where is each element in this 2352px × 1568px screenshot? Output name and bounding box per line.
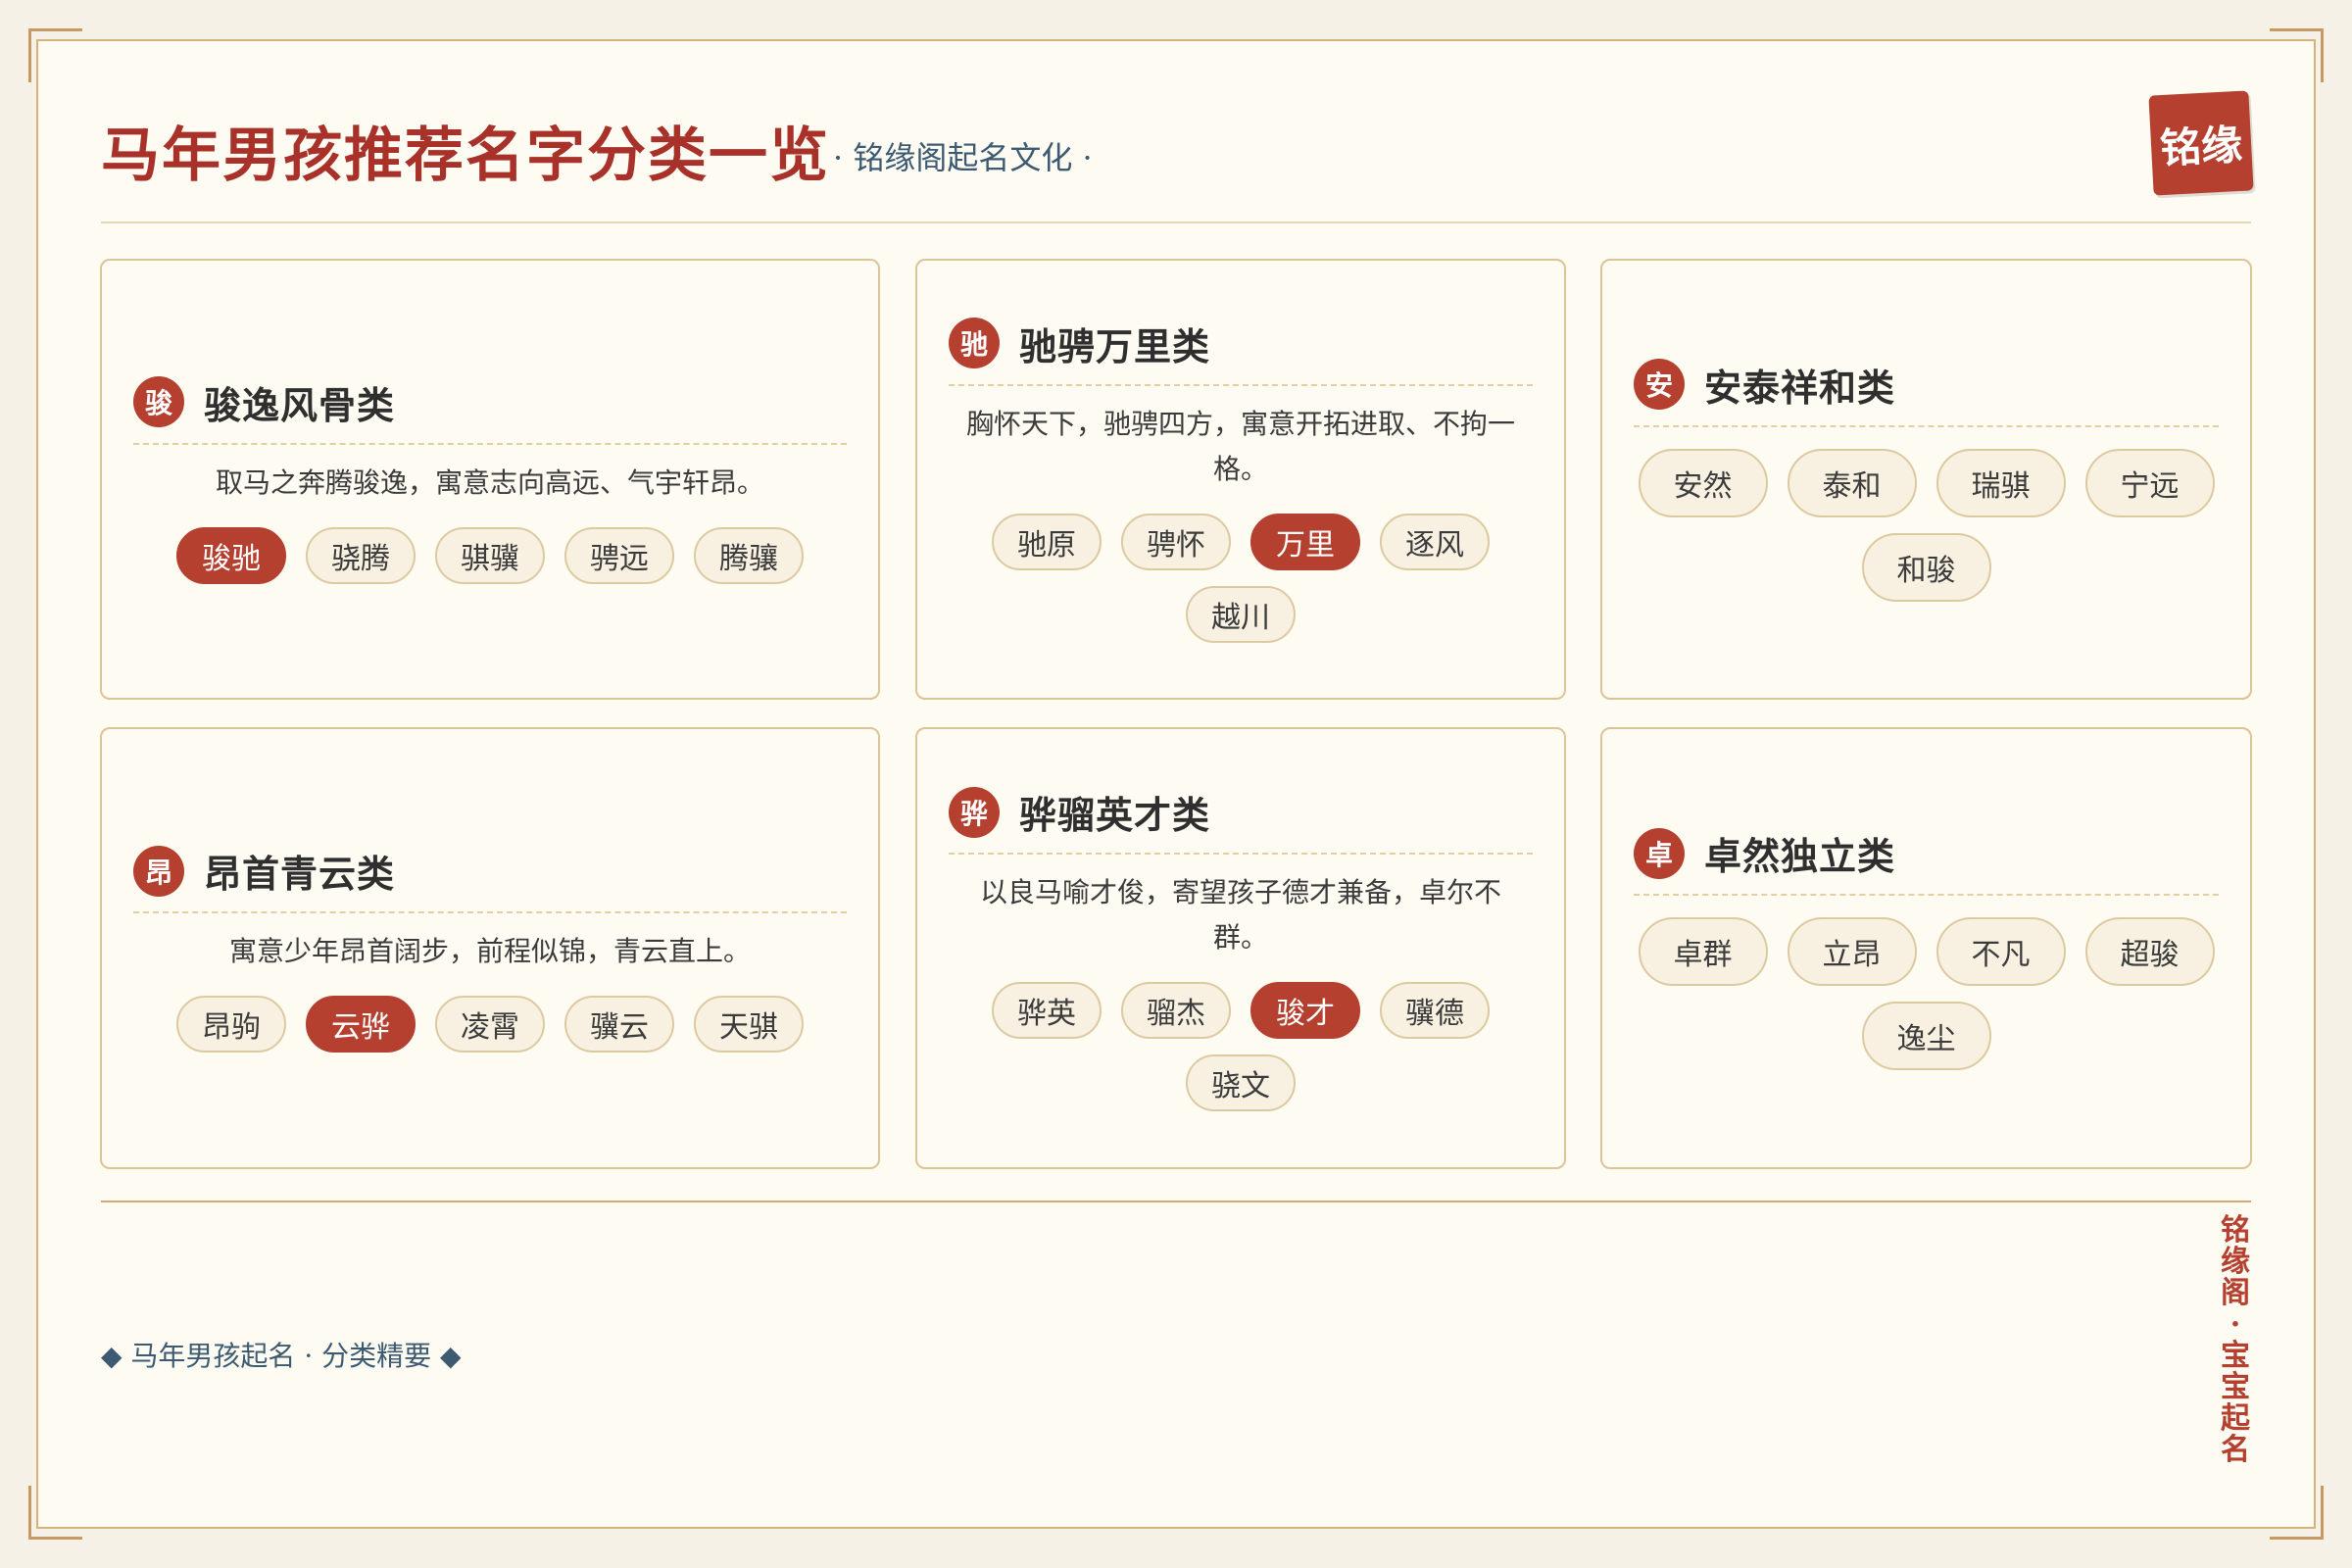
vertical-char: ·: [2230, 1307, 2241, 1342]
name-tag[interactable]: 泰和: [1787, 448, 1917, 517]
category-badge: 骏: [133, 376, 184, 427]
category-title: 昂首青云类: [204, 852, 396, 896]
category-badge: 安: [1634, 359, 1685, 410]
card-header: 驰 驰骋万里类: [949, 317, 1533, 386]
card-header: 骏 骏逸风骨类: [133, 375, 847, 445]
name-tag-list: 安然 泰和 瑞骐 宁远 和骏: [1633, 448, 2221, 602]
category-title: 卓然独立类: [1704, 834, 1896, 878]
category-title: 骅骝英才类: [1019, 793, 1211, 837]
card-header: 卓 卓然独立类: [1634, 826, 2219, 896]
vertical-char: 起: [2221, 1401, 2250, 1436]
category-description: 胸怀天下，驰骋四方，寓意开拓进取、不拘一格。: [965, 407, 1515, 485]
vertical-char: 宝: [2221, 1339, 2250, 1373]
name-tag-list: 卓群 立昂 不凡 超骏 逸尘: [1633, 917, 2221, 1070]
name-tag-list: 骏驰 骁腾 骐骥 骋远 腾骧: [176, 526, 804, 584]
card-header: 骅 骅骝英才类: [949, 785, 1533, 855]
header-divider: [101, 221, 2251, 223]
name-tag[interactable]: 瑞骐: [1936, 448, 2066, 517]
page-title: 马年男孩推荐名字分类一览: [101, 122, 830, 190]
name-tag[interactable]: 骥德: [1380, 982, 1490, 1039]
name-tag[interactable]: 宁远: [2084, 448, 2215, 517]
name-tag[interactable]: 驰原: [992, 513, 1102, 570]
corner-ornament: [2270, 1486, 2324, 1540]
name-tag[interactable]: 万里: [1250, 513, 1360, 570]
name-tag[interactable]: 卓群: [1638, 917, 1768, 986]
category-card: 骅 骅骝英才类 以良马喻才俊，寄望孩子德才兼备，卓尔不群。 骅英 骝杰 骏才 骥…: [915, 727, 1566, 1169]
corner-ornament: [2270, 28, 2324, 82]
name-tag[interactable]: 超骏: [2084, 917, 2215, 986]
name-tag-list: 昂驹 云骅 凌霄 骥云 天骐: [176, 996, 804, 1053]
name-tag[interactable]: 骏才: [1250, 982, 1360, 1039]
name-tag[interactable]: 骋远: [564, 526, 674, 584]
name-tag[interactable]: 骁腾: [306, 526, 416, 584]
category-title: 驰骋万里类: [1019, 323, 1211, 368]
category-card: 驰 驰骋万里类 胸怀天下，驰骋四方，寓意开拓进取、不拘一格。 驰原 骋怀 万里 …: [915, 259, 1566, 700]
card-header: 安 安泰祥和类: [1634, 358, 2219, 427]
footer-caption: ◆ 马年男孩起名 · 分类精要 ◆: [101, 1340, 462, 1372]
name-tag[interactable]: 骋怀: [1121, 513, 1231, 570]
category-card: 安 安泰祥和类 安然 泰和 瑞骐 宁远 和骏: [1600, 259, 2252, 700]
name-tag[interactable]: 骅英: [992, 982, 1102, 1039]
name-tag[interactable]: 不凡: [1936, 917, 2066, 986]
name-tag[interactable]: 凌霄: [435, 996, 545, 1053]
category-badge: 骅: [949, 786, 1000, 838]
name-tag[interactable]: 天骐: [694, 996, 804, 1053]
vertical-char: 阁: [2221, 1276, 2250, 1310]
name-tag[interactable]: 逐风: [1380, 513, 1490, 570]
name-tag[interactable]: 立昂: [1787, 917, 1917, 986]
name-tag[interactable]: 昂驹: [176, 996, 286, 1053]
card-header: 昂 昂首青云类: [133, 844, 847, 913]
name-tag-list: 驰原 骋怀 万里 逐风 越川: [986, 513, 1495, 643]
name-tag[interactable]: 骁文: [1186, 1054, 1296, 1111]
seal-stamp: 铭缘: [2148, 90, 2254, 196]
name-tag[interactable]: 云骅: [306, 996, 416, 1053]
corner-ornament: [28, 1486, 82, 1540]
name-tag[interactable]: 骐骥: [435, 526, 545, 584]
footer-divider: [101, 1200, 2251, 1202]
name-tag[interactable]: 骏驰: [176, 526, 286, 584]
category-badge: 驰: [949, 318, 1000, 368]
name-tag[interactable]: 腾骧: [694, 526, 804, 584]
category-title: 骏逸风骨类: [204, 382, 396, 427]
corner-ornament: [28, 28, 82, 82]
category-description: 取马之奔腾骏逸，寓意志向高远、气宇轩昂。: [215, 466, 764, 499]
vertical-char: 缘: [2221, 1245, 2250, 1279]
vertical-char: 宝: [2221, 1370, 2250, 1404]
category-description: 以良马喻才俊，寄望孩子德才兼备，卓尔不群。: [979, 876, 1501, 954]
vertical-char: 名: [2221, 1433, 2250, 1467]
vertical-brand-text: 铭缘阁 · 宝宝起名: [2221, 1215, 2250, 1466]
vertical-char: 铭: [2221, 1213, 2250, 1248]
name-tag[interactable]: 逸尘: [1861, 1002, 1991, 1070]
category-description: 寓意少年昂首阔步，前程似锦，青云直上。: [228, 935, 751, 967]
name-tag[interactable]: 骥云: [564, 996, 674, 1053]
category-card: 卓 卓然独立类 卓群 立昂 不凡 超骏 逸尘: [1600, 727, 2252, 1169]
page-subtitle: · 铭缘阁起名文化 ·: [833, 139, 1093, 176]
name-tag[interactable]: 越川: [1186, 585, 1296, 643]
name-tag-list: 骅英 骝杰 骏才 骥德 骁文: [986, 982, 1495, 1111]
category-title: 安泰祥和类: [1704, 365, 1896, 410]
category-badge: 昂: [133, 845, 184, 897]
name-tag[interactable]: 安然: [1638, 448, 1768, 517]
category-badge: 卓: [1634, 827, 1685, 879]
name-tag[interactable]: 骝杰: [1121, 982, 1231, 1039]
name-tag[interactable]: 和骏: [1861, 532, 1991, 602]
category-card: 昂 昂首青云类 寓意少年昂首阔步，前程似锦，青云直上。 昂驹 云骅 凌霄 骥云 …: [100, 727, 880, 1169]
category-card: 骏 骏逸风骨类 取马之奔腾骏逸，寓意志向高远、气宇轩昂。 骏驰 骁腾 骐骥 骋远…: [100, 259, 880, 700]
